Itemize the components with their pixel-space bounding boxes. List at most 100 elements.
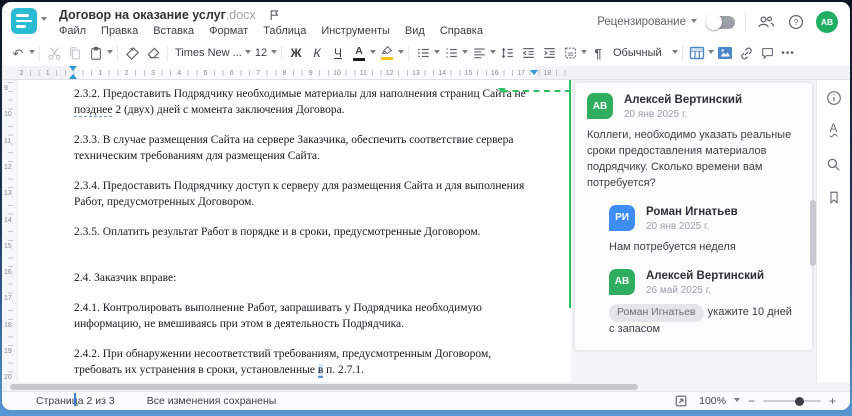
left-indent-marker[interactable]: [69, 70, 77, 79]
review-toggle[interactable]: [706, 14, 735, 30]
logo-chevron-down-icon[interactable]: [41, 17, 47, 24]
zoom-in-button[interactable]: +: [829, 395, 836, 407]
paragraph-style-select[interactable]: Обычный: [609, 47, 671, 59]
insert-comment-button[interactable]: [757, 43, 777, 63]
reply-text: Нам потребуется неделя: [609, 240, 736, 253]
highlight-chevron-icon[interactable]: [398, 49, 404, 57]
comment-reply[interactable]: РИ Роман Игнатьев 20 янв 2025 г. Нам пот…: [609, 204, 800, 256]
paragraph-2-4-2: 2.4.2. При обнаружении несоответствий тр…: [74, 348, 492, 376]
font-name-chevron-icon[interactable]: [245, 49, 251, 57]
help-icon[interactable]: ?: [786, 12, 806, 32]
font-size-chevron-icon[interactable]: [271, 49, 277, 57]
style-chevron-icon[interactable]: [672, 49, 678, 57]
copy-button[interactable]: [65, 43, 85, 63]
eraser-button[interactable]: [143, 43, 163, 63]
font-color-button[interactable]: А: [349, 43, 369, 63]
undo-button[interactable]: ↶: [8, 43, 28, 63]
insert-image-button[interactable]: [715, 43, 735, 63]
menu-item-table[interactable]: Таблица: [263, 25, 306, 37]
more-tools-button[interactable]: •••: [778, 43, 798, 63]
collaboration-users-icon[interactable]: [756, 12, 776, 32]
ruler-number: 13: [409, 68, 422, 78]
cut-button[interactable]: [44, 43, 64, 63]
line-spacing-button[interactable]: [497, 43, 517, 63]
paste-chevron-icon[interactable]: [107, 49, 113, 57]
numbered-list-button[interactable]: [441, 43, 461, 63]
horizontal-scrollbar-thumb[interactable]: [10, 383, 638, 390]
document-page[interactable]: 2.3.2. Предоставить Подрядчику необходим…: [18, 80, 571, 406]
increase-indent-button[interactable]: [539, 43, 559, 63]
zoom-slider-knob[interactable]: [794, 396, 804, 406]
insert-table-button[interactable]: [687, 43, 707, 63]
vertical-scrollbar[interactable]: [810, 200, 816, 266]
menu-item-format[interactable]: Формат: [209, 25, 248, 37]
reply-author-avatar: АВ: [609, 268, 635, 295]
mention-pill[interactable]: Роман Игнатьев: [609, 303, 704, 322]
ruler-number: 17: [4, 294, 12, 304]
paragraph-marks-button[interactable]: ¶: [588, 43, 608, 63]
ruler-number: 8: [280, 68, 289, 78]
review-mode-dropdown[interactable]: Рецензирование: [597, 16, 697, 28]
right-sidebar: А: [816, 80, 850, 382]
numbered-list-chevron-icon[interactable]: [462, 49, 468, 57]
comment-date: 20 янв 2025 г.: [624, 109, 688, 120]
table-chevron-icon[interactable]: [708, 49, 714, 57]
undo-chevron-icon[interactable]: [29, 49, 35, 57]
underline-button[interactable]: Ч: [328, 43, 348, 63]
insert-link-button[interactable]: [736, 43, 756, 63]
paste-button[interactable]: [86, 43, 106, 63]
zoom-slider[interactable]: [762, 396, 821, 406]
reply-date: 26 май 2025 г.: [646, 284, 711, 296]
align-chevron-icon[interactable]: [490, 49, 496, 57]
vertical-ruler[interactable]: 9 10 11 12 13 14 15 16 17 18 19 20: [2, 80, 18, 383]
ruler-number: 1: [96, 68, 105, 78]
ruler-number: 5: [201, 68, 210, 78]
insert-frame-button[interactable]: [560, 43, 580, 63]
align-button[interactable]: [469, 43, 489, 63]
menu-item-tools[interactable]: Инструменты: [321, 25, 390, 37]
app-logo-icon[interactable]: [11, 8, 37, 34]
italic-button[interactable]: К: [307, 43, 327, 63]
font-name-select[interactable]: Times New ...: [172, 47, 244, 59]
search-icon[interactable]: [824, 154, 844, 174]
reply-date: 20 янв 2025 г.: [646, 220, 710, 232]
menu-item-insert[interactable]: Вставка: [153, 25, 194, 37]
menu-item-help[interactable]: Справка: [440, 25, 483, 37]
comment-anchor-word[interactable]: позднее: [74, 104, 113, 117]
zoom-level[interactable]: 100%: [699, 395, 726, 407]
comment-author-avatar: АВ: [587, 93, 613, 119]
bullet-list-button[interactable]: [413, 43, 433, 63]
menu-item-edit[interactable]: Правка: [101, 25, 138, 37]
menu-item-view[interactable]: Вид: [405, 25, 425, 37]
comment-main[interactable]: АВ Алексей Вертинский 20 янв 2025 г. Кол…: [587, 93, 800, 192]
spellcheck-icon[interactable]: А: [824, 121, 844, 141]
comment-thread-card[interactable]: АВ Алексей Вертинский 20 янв 2025 г. Кол…: [575, 83, 812, 350]
font-size-select[interactable]: 12: [252, 47, 270, 59]
user-avatar[interactable]: АВ: [816, 11, 838, 33]
bookmark-icon[interactable]: [824, 187, 844, 207]
right-indent-marker[interactable]: [530, 70, 538, 79]
zoom-chevron-icon[interactable]: [733, 397, 740, 405]
horizontal-scrollbar-track[interactable]: [2, 382, 850, 391]
fit-page-icon[interactable]: [671, 391, 691, 410]
decrease-indent-button[interactable]: [518, 43, 538, 63]
paragraph-2-3-2: 2.3.2. Предоставить Подрядчику необходим…: [74, 88, 526, 117]
ruler-number: 2: [122, 68, 131, 78]
comment-reply[interactable]: АВ Алексей Вертинский 26 май 2025 г. Ром…: [609, 268, 800, 338]
svg-text:?: ?: [794, 17, 799, 27]
ruler-number: 19: [4, 347, 12, 356]
format-painter-button[interactable]: [122, 43, 142, 63]
flag-icon[interactable]: [268, 8, 281, 22]
horizontal-ruler[interactable]: 2 1 1 2 3 4 5 6 7 8 9 10 11 12 13 14 15 16 17 18: [17, 66, 850, 79]
bold-button[interactable]: Ж: [286, 43, 306, 63]
frame-chevron-icon[interactable]: [581, 49, 587, 57]
font-color-chevron-icon[interactable]: [370, 49, 376, 57]
ruler-number: 6: [227, 68, 236, 78]
ruler-number: 2: [17, 68, 26, 78]
menu-item-file[interactable]: Файл: [59, 25, 86, 37]
bullet-list-chevron-icon[interactable]: [434, 49, 440, 57]
zoom-out-button[interactable]: −: [748, 395, 755, 407]
document-info-icon[interactable]: [824, 88, 844, 108]
ruler-number: 12: [383, 68, 396, 78]
highlight-color-button[interactable]: [377, 43, 397, 63]
